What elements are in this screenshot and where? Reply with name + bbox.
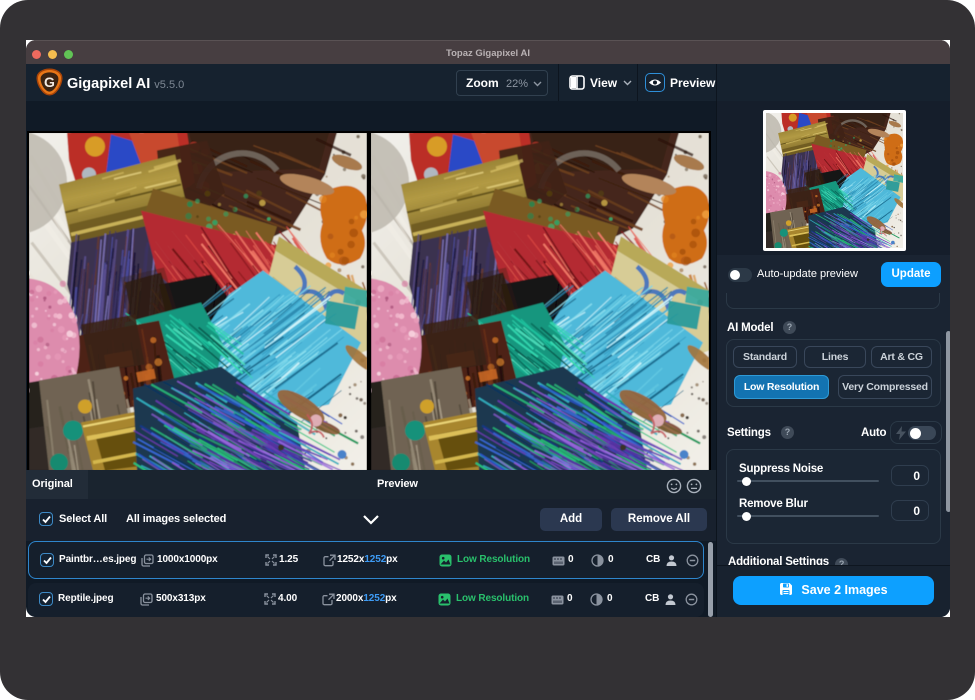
svg-text:G: G <box>44 74 55 90</box>
